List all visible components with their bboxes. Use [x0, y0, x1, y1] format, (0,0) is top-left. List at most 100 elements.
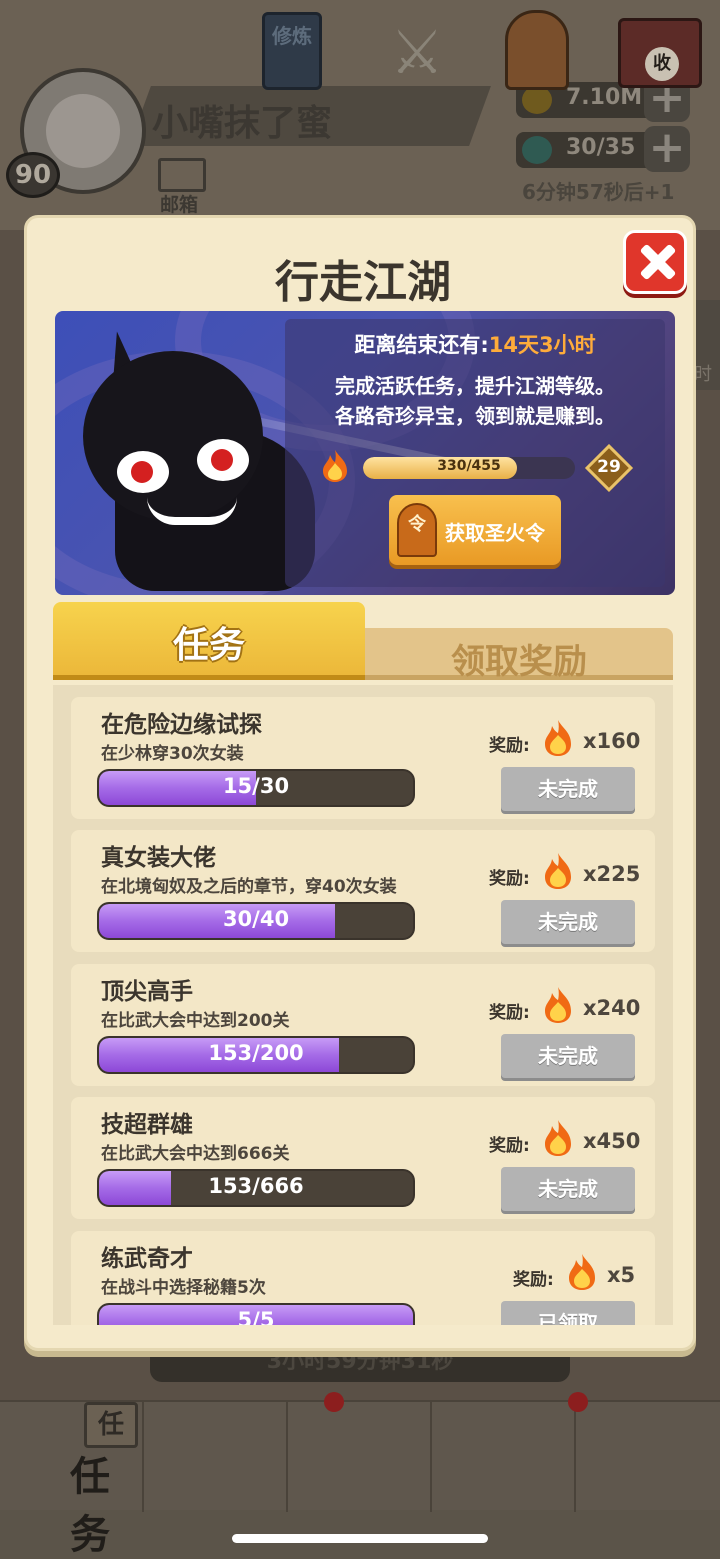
book-icon: 修炼: [262, 12, 322, 90]
reward-label: 奖励:: [513, 1270, 554, 1290]
rank-progress: 330/455 29: [321, 443, 634, 493]
quest-sign-icon: 任: [84, 1402, 138, 1448]
task-item: 练武奇才在战斗中选择秘籍5次 5/5 奖励: x5 已领取: [71, 1231, 655, 1325]
task-progress-bar: 5/5: [97, 1303, 415, 1325]
task-progress-bar: 153/200: [97, 1036, 415, 1074]
ninja-smile: [147, 497, 237, 525]
fire-token-icon: 令: [397, 503, 437, 557]
shop-sign: 收: [645, 47, 679, 81]
tab-tasks[interactable]: 任务: [53, 602, 365, 680]
task-progress-bar: 15/30: [97, 769, 415, 807]
flame-icon: [569, 1254, 595, 1290]
task-description: 在比武大会中达到200关: [101, 1011, 290, 1031]
rank-progress-text: 330/455: [437, 458, 501, 474]
task-progress-bar: 30/40: [97, 902, 415, 940]
shop-icon: 收: [618, 18, 702, 88]
close-button[interactable]: [623, 230, 687, 294]
coin-value: 7.10M: [566, 85, 643, 110]
task-progress-text: 153/666: [208, 1174, 304, 1198]
task-title: 在危险边缘试探: [101, 712, 262, 738]
player-name: 小嘴抹了蜜: [152, 103, 333, 144]
reward-label: 奖励:: [489, 869, 530, 889]
task-progress-text: 5/5: [237, 1308, 275, 1325]
task-description: 在北境匈奴及之后的章节，穿40次女装: [101, 877, 397, 897]
add-energy-button[interactable]: +: [644, 126, 690, 172]
flame-icon: [323, 450, 347, 482]
reward-label: 奖励:: [489, 1003, 530, 1023]
training-notification-dot: [324, 1392, 344, 1412]
task-progress-text: 153/200: [208, 1041, 304, 1065]
modal-title: 行走江湖: [275, 257, 451, 308]
mail-label: 邮箱: [160, 194, 199, 216]
task-list[interactable]: 在危险边缘试探 在少林穿30次女装 15/30 奖励: x160 未完成 真女装大佬 在北境匈…: [53, 685, 673, 1325]
flame-icon: [545, 720, 571, 756]
reward-amount: x450: [583, 1129, 641, 1153]
mail-icon[interactable]: [158, 158, 206, 192]
reward-label: 奖励:: [489, 736, 530, 756]
quest-modal: 行走江湖 距离结束还有:14天3小时 完成活跃任务，提升江湖等级。 各路奇珍异宝…: [24, 215, 696, 1351]
side-peek-text: 时: [694, 364, 712, 385]
home-indicator[interactable]: [232, 1534, 488, 1543]
flame-icon: [545, 853, 571, 889]
tab-quest[interactable]: 任 任务: [0, 1402, 144, 1558]
reward-label: 奖励:: [489, 1136, 530, 1156]
desc-line-2: 各路奇珍异宝，领到就是赚到。: [335, 404, 615, 428]
task-item: 技超群雄在比武大会中达到666关 153/666 奖励: x450 未完成: [71, 1097, 655, 1219]
event-banner: 距离结束还有:14天3小时 完成活跃任务，提升江湖等级。 各路奇珍异宝，领到就是…: [55, 311, 675, 595]
tab-training[interactable]: [144, 1402, 288, 1512]
tab-rewards[interactable]: 领取奖励: [365, 628, 673, 682]
task-item: 在危险边缘试探在少林穿30次女装 15/30 奖励: x160 未完成: [71, 697, 655, 819]
task-progress-text: 30/40: [222, 907, 290, 931]
tab-quest-label: 任务: [70, 1454, 110, 1558]
event-description: 完成活跃任务，提升江湖等级。 各路奇珍异宝，领到就是赚到。: [285, 371, 665, 431]
ninja-character: [83, 351, 263, 521]
player-level-badge: 90: [6, 152, 60, 198]
task-description: 在少林穿30次女装: [101, 744, 244, 764]
task-status-button[interactable]: 未完成: [501, 1167, 635, 1211]
task-description: 在战斗中选择秘籍5次: [101, 1278, 266, 1298]
task-status-button[interactable]: 未完成: [501, 767, 635, 811]
equipment-notification-dot: [568, 1392, 588, 1412]
task-status-button[interactable]: 已领取: [501, 1301, 635, 1325]
tab-rewards-label: 领取奖励: [451, 642, 587, 682]
ninja-eye-right: [197, 439, 249, 481]
task-progress-text: 15/30: [222, 774, 290, 798]
energy-icon: [522, 136, 552, 164]
tab-battle[interactable]: [288, 1402, 432, 1512]
task-title: 真女装大佬: [101, 845, 216, 871]
bottom-tab-bar: 任 任务: [0, 1400, 720, 1558]
tab-shop[interactable]: [576, 1402, 720, 1512]
energy-value: 30/35: [566, 135, 636, 160]
task-progress-bar: 153/666: [97, 1169, 415, 1207]
flame-icon: [545, 987, 571, 1023]
task-title: 练武奇才: [101, 1246, 193, 1272]
ninja-eye-left: [117, 451, 169, 493]
reward-amount: x5: [607, 1263, 636, 1287]
reward-amount: x240: [583, 996, 641, 1020]
energy-counter: 30/35 +: [516, 126, 690, 172]
reward-amount: x160: [583, 729, 641, 753]
get-fire-token-button[interactable]: 令 获取圣火令: [389, 495, 561, 565]
desc-line-1: 完成活跃任务，提升江湖等级。: [335, 374, 615, 398]
reward-amount: x225: [583, 862, 641, 886]
event-info-panel: 距离结束还有:14天3小时 完成活跃任务，提升江湖等级。 各路奇珍异宝，领到就是…: [285, 319, 665, 587]
crossed-swords-icon: ⚔: [390, 18, 444, 88]
energy-timer: 6分钟57秒后+1: [522, 180, 675, 204]
avatar-face-icon: [46, 94, 120, 168]
task-item: 顶尖高手在比武大会中达到200关 153/200 奖励: x240 未完成: [71, 964, 655, 1086]
task-title: 技超群雄: [101, 1112, 193, 1138]
rank-level: 29: [597, 457, 621, 477]
countdown: 距离结束还有:14天3小时: [285, 329, 665, 359]
task-description: 在比武大会中达到666关: [101, 1144, 290, 1164]
task-title: 顶尖高手: [101, 979, 193, 1005]
countdown-prefix: 距离结束还有:: [354, 333, 489, 357]
helmet-icon: [505, 10, 569, 90]
coin-icon: [522, 86, 552, 114]
task-item: 真女装大佬在北境匈奴及之后的章节，穿40次女装 30/40 奖励: x225 未完成: [71, 830, 655, 952]
task-status-button[interactable]: 未完成: [501, 900, 635, 944]
countdown-value: 14天3小时: [488, 333, 596, 357]
tab-equipment[interactable]: [432, 1402, 576, 1512]
task-status-button[interactable]: 未完成: [501, 1034, 635, 1078]
tab-tasks-label: 任务: [172, 625, 245, 666]
flame-icon: [545, 1120, 571, 1156]
